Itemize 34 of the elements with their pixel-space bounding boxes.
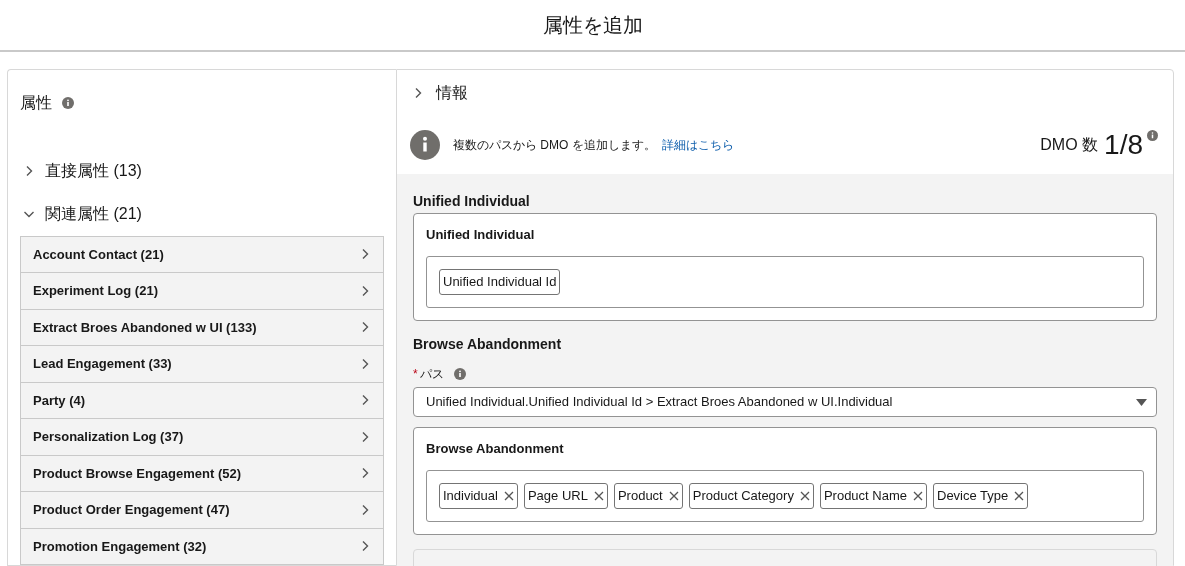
panel-title: 属性 — [20, 92, 52, 113]
remove-icon[interactable] — [799, 491, 810, 501]
dmo-count-label: DMO 数 — [1040, 135, 1099, 155]
field-pill[interactable]: Unified Individual Id — [439, 269, 561, 295]
info-section-toggle[interactable]: 情報 — [397, 70, 1173, 116]
field-label: パス — [419, 366, 444, 383]
remove-icon[interactable] — [668, 491, 679, 501]
info-icon — [453, 368, 466, 380]
section-title: Unified Individual — [413, 192, 531, 210]
remove-icon[interactable] — [1014, 491, 1025, 501]
dialog-title: 属性を追加 — [542, 13, 643, 38]
field-pill[interactable]: Page URL — [523, 483, 608, 509]
remove-icon[interactable] — [593, 491, 604, 501]
required-marker: * — [413, 366, 418, 383]
dmo-count-value: 1/8 — [1104, 131, 1143, 159]
field-pill[interactable]: Product — [613, 483, 683, 509]
card-title: Unified Individual — [426, 227, 536, 243]
field-pill[interactable]: Product Name — [819, 483, 927, 509]
section-title: Browse Abandonment — [413, 335, 563, 353]
info-icon — [62, 96, 74, 109]
field-pill[interactable]: Individual — [439, 483, 518, 509]
info-icon — [1147, 130, 1158, 141]
group-toggle[interactable]: 関連属性 (21) — [20, 192, 384, 236]
group-toggle[interactable]: 直接属性 (13) — [20, 149, 384, 193]
remove-icon[interactable] — [503, 491, 514, 501]
field-pill[interactable]: Product Category — [688, 483, 814, 509]
caret-icon — [1136, 398, 1147, 406]
info-icon — [410, 130, 440, 160]
path-select[interactable]: Unified Individual.Unified Individual Id > Extract Broes Abandoned w UI.Individual — [413, 387, 1157, 417]
field-pill[interactable]: Device Type — [933, 483, 1029, 509]
notice-text: 複数のパスから DMO を追加します。 — [453, 137, 656, 154]
remove-icon[interactable] — [913, 491, 923, 501]
learn-more-link[interactable]: 詳細はこちら — [661, 136, 734, 154]
card-title: Browse Abandonment — [426, 441, 565, 457]
